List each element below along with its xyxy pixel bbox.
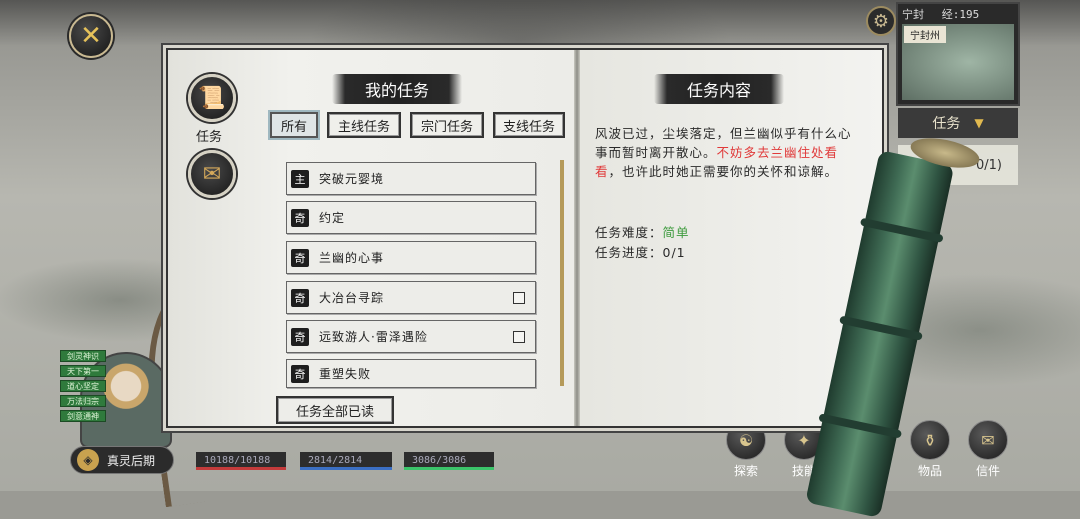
items-icon: ⚱ bbox=[910, 420, 950, 460]
sp-bar: 3086/3086 bbox=[404, 452, 494, 470]
quest-type-badge: 主 bbox=[291, 169, 309, 188]
quest-row[interactable]: 奇 大冶台寻踪 bbox=[286, 281, 536, 314]
quest-name: 兰幽的心事 bbox=[319, 251, 385, 265]
quest-row[interactable]: 奇 兰幽的心事 bbox=[286, 241, 536, 274]
difficulty-value: 简单 bbox=[662, 225, 690, 240]
quest-type-badge: 奇 bbox=[291, 288, 309, 307]
quest-name: 大冶台寻踪 bbox=[319, 291, 385, 305]
explore-label: 探索 bbox=[733, 464, 758, 478]
buff-tag: 剑意通神 bbox=[60, 410, 106, 422]
items-button[interactable]: ⚱ 物品 bbox=[906, 420, 954, 478]
quest-name: 突破元婴境 bbox=[319, 172, 385, 186]
quest-type-badge: 奇 bbox=[291, 248, 309, 267]
hud-quest-label: 任务 bbox=[932, 116, 961, 132]
quest-row[interactable]: 主 突破元婴境 bbox=[286, 162, 536, 195]
tab-quests[interactable]: 📜 bbox=[188, 74, 236, 122]
items-label: 物品 bbox=[917, 464, 942, 478]
buff-tags: 剑灵神识 天下第一 道心坚定 万法归宗 剑意通神 bbox=[60, 350, 106, 425]
quest-row[interactable]: 奇 远致游人·雷泽遇险 bbox=[286, 320, 536, 353]
buff-tag: 道心坚定 bbox=[60, 380, 106, 392]
minimap-coords: 经:195 纬:33 bbox=[941, 8, 980, 37]
quest-list-scrollbar[interactable] bbox=[560, 160, 564, 386]
quest-name: 远致游人·雷泽遇险 bbox=[319, 330, 428, 344]
tab-quests-label: 任务 bbox=[196, 130, 223, 145]
quest-checkbox[interactable] bbox=[513, 292, 525, 304]
buff-tag: 天下第一 bbox=[60, 365, 106, 377]
quest-type-badge: 奇 bbox=[291, 364, 309, 383]
minimap-location: 宁封州 bbox=[902, 8, 924, 37]
filter-main[interactable]: 主线任务 bbox=[327, 112, 401, 138]
progress-value: 0/1 bbox=[662, 245, 686, 260]
mail-icon: ✉ bbox=[968, 420, 1008, 460]
minimap-header: 宁封州 经:195 纬:33 bbox=[898, 4, 1018, 37]
buff-tag: 剑灵神识 bbox=[60, 350, 106, 362]
gear-icon[interactable]: ⚙ bbox=[866, 6, 896, 36]
quest-name: 约定 bbox=[319, 211, 346, 225]
quest-row[interactable]: 奇 重塑失败 bbox=[286, 359, 536, 388]
tab-letters[interactable]: ✉ bbox=[188, 150, 236, 198]
quest-difficulty: 任务难度：简单 bbox=[595, 222, 690, 241]
progress-label: 任务进度： bbox=[595, 245, 663, 260]
quest-type-badge: 奇 bbox=[291, 327, 309, 346]
filter-all[interactable]: 所有 bbox=[270, 112, 318, 138]
hp-bar: 10188/10188 bbox=[196, 452, 286, 470]
scrollbar-thumb[interactable] bbox=[560, 160, 564, 386]
quest-checkbox[interactable] bbox=[513, 331, 525, 343]
quest-progress: 任务进度：0/1 bbox=[595, 242, 686, 261]
filter-sect[interactable]: 宗门任务 bbox=[410, 112, 484, 138]
difficulty-label: 任务难度： bbox=[595, 225, 663, 240]
bamboo-knot bbox=[818, 413, 903, 439]
quest-detail-title: 任务内容 bbox=[654, 74, 784, 104]
desc-text: ，也许此时她正需要你的关怀和谅解。 bbox=[608, 164, 839, 179]
letter-icon: ✉ bbox=[202, 161, 222, 187]
mail-label: 信件 bbox=[975, 464, 1000, 478]
quest-type-badge: 奇 bbox=[291, 208, 309, 227]
realm-icon: ◈ bbox=[77, 449, 99, 471]
dropdown-triangle-icon: ▼ bbox=[974, 116, 984, 130]
quest-description: 风波已过，尘埃落定，但兰幽似乎有什么心事而暂时离开散心。不妨多去兰幽住处看看，也… bbox=[595, 124, 857, 181]
quest-name: 重塑失败 bbox=[319, 367, 372, 381]
hud-quest-tab[interactable]: 任务 ▼ bbox=[898, 108, 1018, 138]
quest-list-title: 我的任务 bbox=[332, 74, 462, 104]
filter-side[interactable]: 支线任务 bbox=[493, 112, 565, 138]
scroll-icon: 📜 bbox=[198, 85, 226, 111]
mp-bar: 2814/2814 bbox=[300, 452, 392, 470]
realm-button[interactable]: ◈ 真灵后期 bbox=[70, 446, 174, 474]
close-icon[interactable]: ✕ bbox=[69, 14, 113, 58]
minimap-tag: 宁封州 bbox=[904, 26, 946, 43]
minimap[interactable]: 宁封州 经:195 纬:33 宁封州 bbox=[896, 2, 1020, 106]
mail-button[interactable]: ✉ 信件 bbox=[964, 420, 1012, 478]
mark-all-read-button[interactable]: 任务全部已读 bbox=[276, 396, 394, 424]
bamboo-knot bbox=[839, 315, 923, 341]
bamboo-knot bbox=[859, 217, 944, 243]
quest-row[interactable]: 奇 约定 bbox=[286, 201, 536, 234]
buff-tag: 万法归宗 bbox=[60, 395, 106, 407]
explore-button[interactable]: ☯ 探索 bbox=[722, 420, 770, 478]
realm-label: 真灵后期 bbox=[107, 453, 156, 468]
